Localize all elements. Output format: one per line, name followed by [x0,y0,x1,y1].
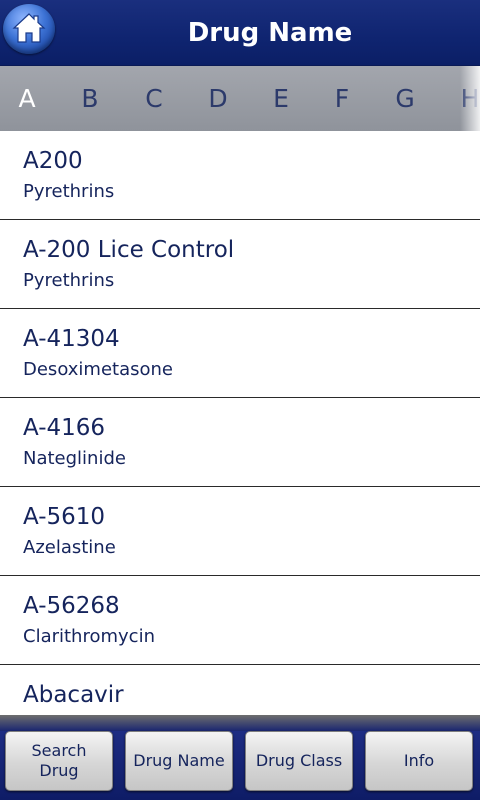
search-drug-label-line2: Drug [39,761,79,780]
list-item[interactable]: A-41304 Desoximetasone [0,309,480,398]
list-item[interactable]: A-200 Lice Control Pyrethrins [0,220,480,309]
generic-name: Pyrethrins [23,181,115,202]
header-bar: Drug Name [0,0,480,66]
letter-a[interactable]: A [12,66,42,131]
letter-c[interactable]: C [139,66,169,131]
search-drug-button[interactable]: Search Drug [5,731,113,791]
list-item[interactable]: A-56268 Clarithromycin [0,576,480,665]
drug-name: Abacavir [23,682,124,708]
drug-name: A200 [23,148,83,174]
drug-name-button[interactable]: Drug Name [125,731,233,791]
info-label: Info [403,751,435,770]
generic-name: Azelastine [23,537,116,558]
letter-f[interactable]: F [327,66,357,131]
home-button[interactable] [3,4,55,54]
generic-name: Desoximetasone [23,359,173,380]
letter-e[interactable]: E [266,66,296,131]
drug-name: A-56268 [23,593,120,619]
generic-name: Clarithromycin [23,626,155,647]
info-button[interactable]: Info [365,731,473,791]
drug-name: A-41304 [23,326,120,352]
search-drug-label-line1: Search [31,741,87,760]
alphabet-index-bar[interactable]: A B C D E F G H [0,66,480,131]
letter-d[interactable]: D [203,66,233,131]
bottom-tab-bar: Search Drug Drug Name Drug Class Info [0,715,480,800]
page-title: Drug Name [187,18,353,48]
list-item[interactable]: A-4166 Nateglinide [0,398,480,487]
drug-name-label: Drug Name [133,751,225,770]
list-item[interactable]: Abacavir [0,665,480,715]
list-item[interactable]: A-5610 Azelastine [0,487,480,576]
drug-name: A-200 Lice Control [23,237,235,263]
drug-class-button[interactable]: Drug Class [245,731,353,791]
drug-list[interactable]: A200 Pyrethrins A-200 Lice Control Pyret… [0,131,480,715]
letter-b[interactable]: B [75,66,105,131]
drug-class-label: Drug Class [255,751,343,770]
letter-g[interactable]: G [390,66,420,131]
list-item[interactable]: A200 Pyrethrins [0,131,480,220]
scroll-fade [460,66,480,131]
home-icon [12,13,46,43]
drug-name: A-5610 [23,504,106,530]
generic-name: Nateglinide [23,448,126,469]
drug-name: A-4166 [23,415,106,441]
generic-name: Pyrethrins [23,270,115,291]
